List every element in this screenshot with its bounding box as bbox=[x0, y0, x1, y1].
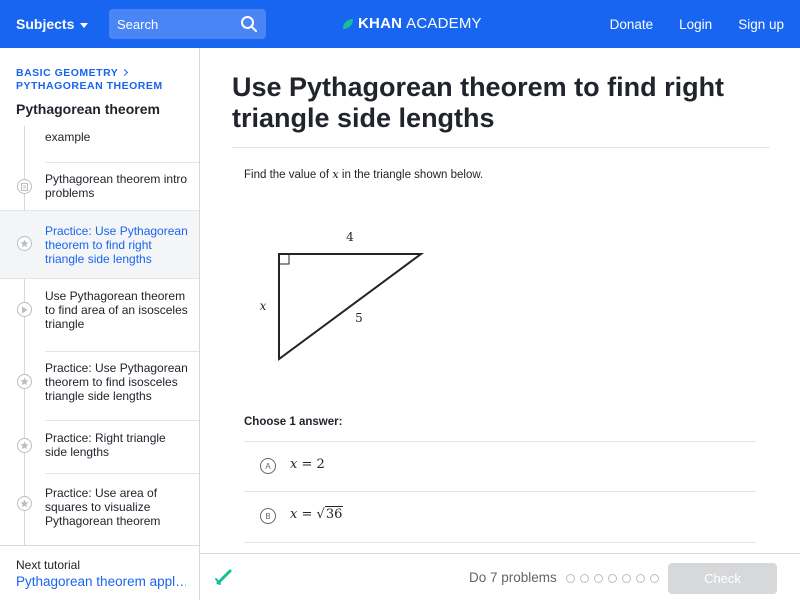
breadcrumb-label: BASIC GEOMETRY bbox=[16, 67, 119, 79]
answer-choice-b[interactable]: B x = √36 bbox=[244, 492, 756, 541]
choice-expression: x = 2 bbox=[290, 457, 325, 472]
divider bbox=[232, 147, 770, 148]
next-tutorial[interactable]: Next tutorial Pythagorean theorem appl… bbox=[0, 545, 199, 600]
sidebar-item-intro-problems[interactable]: Pythagorean theorem intro problems bbox=[0, 163, 199, 211]
progress-dot bbox=[566, 574, 575, 583]
search-icon[interactable] bbox=[240, 15, 258, 33]
right-triangle-figure: 4 x 5 bbox=[260, 230, 425, 361]
tutorial-item-list[interactable]: example Pythagorean theorem intro proble… bbox=[0, 126, 199, 545]
subjects-label: Subjects bbox=[16, 16, 75, 32]
problem-count-text: Do 7 problems bbox=[469, 570, 557, 585]
equals-sign: = bbox=[301, 507, 317, 522]
choice-variable: x bbox=[290, 507, 298, 522]
star-icon bbox=[17, 496, 32, 511]
next-tutorial-link[interactable]: Pythagorean theorem appl… bbox=[16, 574, 186, 589]
choice-expression: x = √36 bbox=[290, 506, 344, 522]
sidebar-title: Pythagorean theorem bbox=[16, 101, 160, 117]
top-navigation-bar: Subjects Search KHAN ACADEMY Donate Login… bbox=[0, 0, 800, 48]
chevron-right-icon bbox=[121, 68, 129, 77]
question-text-part: Find the value of bbox=[244, 169, 333, 181]
exercise-content: Use Pythagorean theorem to find right tr… bbox=[200, 48, 800, 553]
label-left-side: x bbox=[260, 299, 267, 313]
khan-academy-logo[interactable]: KHAN ACADEMY bbox=[342, 15, 482, 32]
sidebar-item-label: Practice: Use Pythagorean theorem to fin… bbox=[45, 224, 188, 266]
equals-sign: = bbox=[301, 457, 317, 472]
label-hypotenuse: 5 bbox=[355, 311, 363, 325]
choice-variable: x bbox=[290, 457, 298, 472]
breadcrumb-pythagorean-theorem[interactable]: PYTHAGOREAN THEOREM bbox=[16, 80, 163, 92]
progress-dots bbox=[566, 574, 659, 583]
progress-dot bbox=[608, 574, 617, 583]
sqrt-symbol: √ bbox=[316, 507, 325, 522]
sidebar-item-label: Practice: Use Pythagorean theorem to fin… bbox=[45, 361, 188, 403]
progress-dot bbox=[636, 574, 645, 583]
exercise-footer: Do 7 problems Check bbox=[200, 553, 800, 600]
leaf-icon bbox=[343, 18, 353, 29]
choice-letter-badge: B bbox=[260, 508, 276, 524]
subjects-menu-button[interactable]: Subjects bbox=[16, 0, 89, 48]
sidebar-item-practice-right-triangle[interactable]: Practice: Use Pythagorean theorem to fin… bbox=[0, 210, 199, 279]
logo-text-bold: KHAN bbox=[358, 15, 403, 32]
divider bbox=[244, 542, 756, 543]
play-icon bbox=[17, 302, 32, 317]
progress-dot bbox=[594, 574, 603, 583]
answer-choice-a[interactable]: A x = 2 bbox=[244, 442, 756, 491]
progress-dot bbox=[650, 574, 659, 583]
choose-label: Choose 1 answer: bbox=[244, 416, 343, 428]
next-tutorial-label: Next tutorial bbox=[16, 558, 81, 572]
choice-value: 36 bbox=[324, 506, 344, 522]
question-text: Find the value of x in the triangle show… bbox=[244, 167, 483, 181]
sidebar-item-label: Practice: Right triangle side lengths bbox=[45, 431, 166, 459]
sidebar-item-example[interactable]: example bbox=[0, 126, 199, 162]
progress-dot bbox=[580, 574, 589, 583]
right-angle-marker bbox=[279, 254, 290, 265]
sidebar-item-practice-isosceles[interactable]: Practice: Use Pythagorean theorem to fin… bbox=[0, 352, 199, 420]
sidebar-item-label: Practice: Use area of squares to visuali… bbox=[45, 486, 161, 528]
donate-link[interactable]: Donate bbox=[610, 17, 654, 32]
search-placeholder: Search bbox=[117, 17, 159, 32]
logo-text-light: ACADEMY bbox=[406, 15, 482, 32]
triangle-shape bbox=[278, 253, 425, 361]
breadcrumb-basic-geometry[interactable]: BASIC GEOMETRY bbox=[16, 67, 129, 79]
chevron-down-icon bbox=[80, 22, 89, 28]
sidebar-item-label: example bbox=[45, 130, 91, 144]
progress-dot bbox=[622, 574, 631, 583]
star-icon bbox=[17, 438, 32, 453]
signup-link[interactable]: Sign up bbox=[738, 17, 784, 32]
tutorial-sidebar: BASIC GEOMETRY PYTHAGOREAN THEOREM Pytha… bbox=[0, 48, 200, 600]
star-icon bbox=[17, 374, 32, 389]
label-top-side: 4 bbox=[346, 230, 354, 244]
sidebar-item-practice-right-triangle-lengths[interactable]: Practice: Right triangle side lengths bbox=[0, 421, 199, 473]
sidebar-item-label: Pythagorean theorem intro problems bbox=[45, 172, 188, 200]
scratchpad-pencil-icon[interactable] bbox=[214, 567, 234, 587]
question-text-part: in the triangle shown below. bbox=[338, 169, 484, 181]
search-input[interactable]: Search bbox=[109, 9, 266, 39]
article-icon bbox=[17, 179, 32, 194]
page-title: Use Pythagorean theorem to find right tr… bbox=[232, 72, 725, 133]
choice-value: 2 bbox=[316, 457, 325, 472]
account-nav: Donate Login Sign up bbox=[610, 0, 784, 48]
star-icon bbox=[17, 236, 32, 251]
login-link[interactable]: Login bbox=[679, 17, 712, 32]
sidebar-item-label: Use Pythagorean theorem to find area of … bbox=[45, 289, 188, 331]
check-button[interactable]: Check bbox=[668, 563, 777, 594]
sidebar-item-practice-area-squares[interactable]: Practice: Use area of squares to visuali… bbox=[0, 474, 199, 545]
sidebar-item-isosceles-area[interactable]: Use Pythagorean theorem to find area of … bbox=[0, 283, 199, 351]
choice-letter-badge: A bbox=[260, 458, 276, 474]
